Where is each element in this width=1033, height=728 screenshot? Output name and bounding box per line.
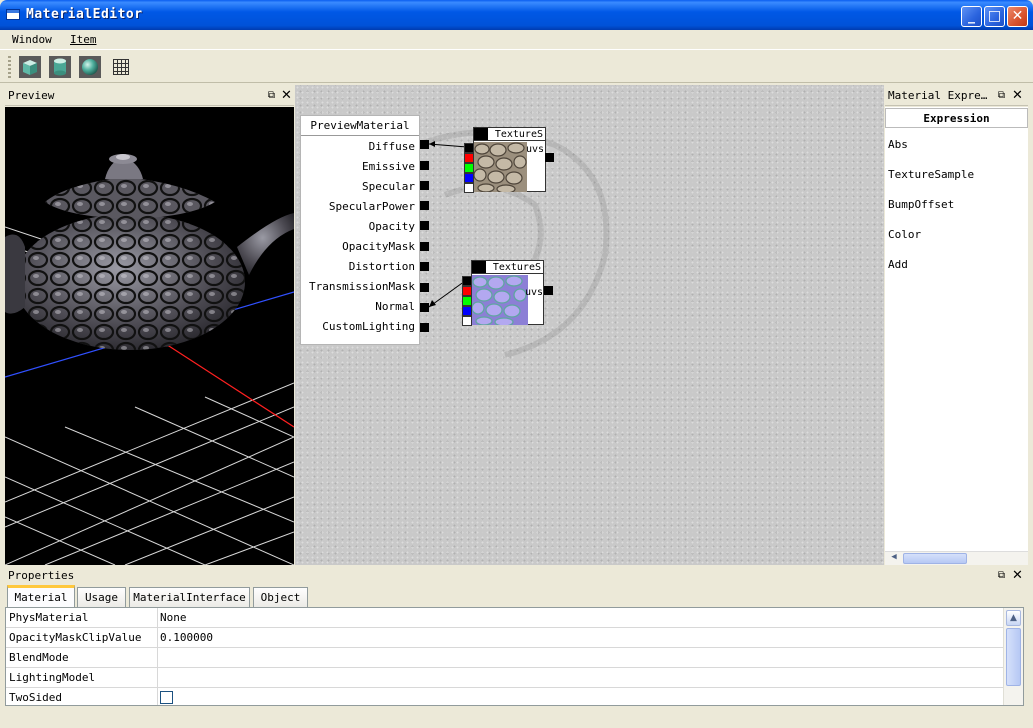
preview-panel-title: Preview bbox=[8, 89, 55, 102]
maximize-button[interactable]: □ bbox=[984, 6, 1005, 27]
expressions-hscrollbar[interactable]: ◀ bbox=[885, 551, 1028, 565]
toolbar-grip[interactable] bbox=[8, 56, 11, 78]
uvs-label-1: uvs bbox=[526, 144, 545, 155]
close-panel-icon[interactable]: ✕ bbox=[281, 89, 292, 102]
toolbar bbox=[0, 50, 1033, 83]
tex2-green-pin[interactable] bbox=[462, 296, 472, 306]
tex2-red-pin[interactable] bbox=[462, 286, 472, 296]
cobblestone-texture-thumbnail bbox=[474, 142, 527, 192]
cylinder-preview-icon bbox=[49, 56, 71, 78]
property-value-phys-material[interactable]: None bbox=[160, 611, 187, 624]
menu-item[interactable]: Item bbox=[70, 33, 97, 46]
expression-item-abs[interactable]: Abs bbox=[888, 138, 908, 151]
tex1-uvs-pin[interactable] bbox=[545, 153, 554, 162]
property-row[interactable]: PhysMaterial None bbox=[6, 608, 1003, 628]
tex1-blue-pin[interactable] bbox=[464, 173, 474, 183]
expression-column-header[interactable]: Expression bbox=[885, 108, 1028, 128]
tex2-blue-pin[interactable] bbox=[462, 306, 472, 316]
material-graph-canvas[interactable]: PreviewMaterial Diffuse Emissive Specula… bbox=[295, 85, 884, 565]
preview-cylinder-button[interactable] bbox=[47, 54, 73, 80]
tex1-rgb-pin[interactable] bbox=[464, 143, 474, 153]
property-name-two-sided: TwoSided bbox=[9, 691, 62, 704]
property-name-blend-mode: BlendMode bbox=[9, 651, 69, 664]
teapot-preview bbox=[5, 154, 294, 565]
hscroll-thumb[interactable] bbox=[903, 553, 967, 564]
properties-title: Properties bbox=[8, 569, 75, 582]
normal-map-thumbnail bbox=[472, 275, 528, 325]
cube-preview-icon bbox=[19, 56, 41, 78]
scroll-left-icon[interactable]: ◀ bbox=[887, 552, 901, 565]
tex1-red-pin[interactable] bbox=[464, 153, 474, 163]
texture-node-2-title: TextureS bbox=[472, 261, 543, 274]
vscroll-thumb[interactable] bbox=[1006, 628, 1021, 686]
sphere-preview-icon bbox=[79, 56, 101, 78]
toggle-grid-button[interactable] bbox=[108, 54, 134, 80]
two-sided-checkbox[interactable] bbox=[160, 691, 173, 704]
property-name-lighting-model: LightingModel bbox=[9, 671, 96, 684]
close-expressions-icon[interactable]: ✕ bbox=[1012, 89, 1023, 102]
expression-item-add[interactable]: Add bbox=[888, 258, 908, 271]
tab-material-interface[interactable]: MaterialInterface bbox=[129, 587, 250, 607]
close-properties-icon[interactable]: ✕ bbox=[1012, 569, 1023, 582]
close-icon: ✕ bbox=[1011, 8, 1024, 24]
uvs-label-2: uvs bbox=[525, 287, 544, 298]
texture-node-1-title: TextureS bbox=[474, 128, 545, 141]
close-window-button[interactable]: ✕ bbox=[1007, 6, 1028, 27]
property-row[interactable]: OpacityMaskClipValue 0.100000 bbox=[6, 628, 1003, 648]
property-row[interactable]: TwoSided bbox=[6, 688, 1003, 705]
property-grid: PhysMaterial None OpacityMaskClipValue 0… bbox=[5, 607, 1024, 706]
app-window-icon bbox=[6, 9, 20, 20]
tab-object[interactable]: Object bbox=[253, 587, 308, 607]
tex1-alpha-pin[interactable] bbox=[464, 183, 474, 193]
preview-viewport[interactable] bbox=[5, 107, 294, 565]
scroll-up-icon[interactable]: ▲ bbox=[1006, 610, 1021, 626]
texture-sample-node-1[interactable]: TextureS uvs bbox=[473, 127, 546, 192]
preview-cube-button[interactable] bbox=[17, 54, 43, 80]
tab-material[interactable]: Material bbox=[7, 585, 75, 607]
tab-usage[interactable]: Usage bbox=[77, 587, 126, 607]
property-value-opacity-mask-clip[interactable]: 0.100000 bbox=[160, 631, 213, 644]
tex1-green-pin[interactable] bbox=[464, 163, 474, 173]
expressions-list: Expression Abs TextureSample BumpOffset … bbox=[885, 107, 1028, 565]
texture-sample-node-2[interactable]: TextureS uvs bbox=[471, 260, 544, 325]
grid-icon bbox=[113, 59, 129, 75]
undock-icon[interactable]: ⧉ bbox=[266, 91, 277, 101]
expressions-panel-title: Material Expre… bbox=[888, 89, 988, 102]
menu-window[interactable]: Window bbox=[12, 33, 52, 46]
property-row[interactable]: LightingModel bbox=[6, 668, 1003, 688]
undock-properties-icon[interactable]: ⧉ bbox=[996, 571, 1007, 581]
property-row[interactable]: BlendMode bbox=[6, 648, 1003, 668]
connection-wires bbox=[428, 141, 468, 308]
expression-item-color[interactable]: Color bbox=[888, 228, 921, 241]
title-bar[interactable] bbox=[0, 0, 1033, 30]
menu-bar bbox=[0, 30, 1033, 50]
preview-panel-header: Preview bbox=[5, 86, 294, 106]
maximize-icon: □ bbox=[987, 8, 1002, 24]
property-name-opacity-mask-clip: OpacityMaskClipValue bbox=[9, 631, 142, 644]
preview-sphere-button[interactable] bbox=[77, 54, 103, 80]
property-grid-vscrollbar[interactable]: ▲ bbox=[1003, 608, 1023, 705]
property-name-phys-material: PhysMaterial bbox=[9, 611, 89, 624]
minimize-icon: _ bbox=[968, 8, 975, 24]
minimize-button[interactable]: _ bbox=[961, 6, 982, 27]
tex2-alpha-pin[interactable] bbox=[462, 316, 472, 326]
tex2-rgb-pin[interactable] bbox=[462, 276, 472, 286]
undock-expressions-icon[interactable]: ⧉ bbox=[996, 91, 1007, 101]
expression-item-texture-sample[interactable]: TextureSample bbox=[888, 168, 974, 181]
window-title: MaterialEditor bbox=[26, 7, 143, 22]
tex2-uvs-pin[interactable] bbox=[544, 286, 553, 295]
expression-item-bump-offset[interactable]: BumpOffset bbox=[888, 198, 954, 211]
